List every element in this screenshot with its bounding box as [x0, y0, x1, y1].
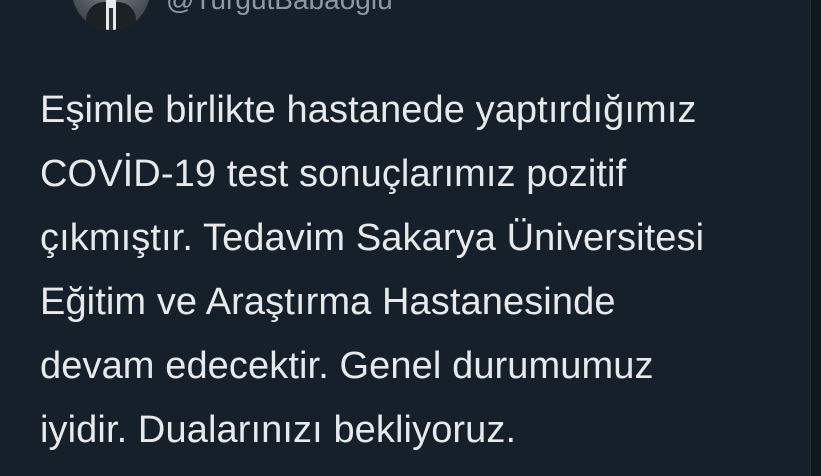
- scroll-edge: [810, 0, 821, 476]
- avatar-tie: [109, 8, 113, 30]
- tweet-text-line: iyidir. Dualarınızı bekliyoruz.: [40, 409, 517, 451]
- author-handle[interactable]: @TurgutBabaoglu: [166, 0, 393, 15]
- avatar[interactable]: [72, 0, 150, 30]
- tweet-text: Eşimle birlikte hastanede yaptırdığımız …: [40, 78, 810, 462]
- tweet-card: @TurgutBabaoglu Eşimle birlikte hastaned…: [0, 0, 821, 476]
- tweet-text-line: çıkmıştır. Tedavim Sakarya Üniversitesi: [40, 217, 705, 259]
- tweet-text-line: devam edecektir. Genel durumumuz: [40, 345, 654, 387]
- tweet-text-line: Eğitim ve Araştırma Hastanesinde: [40, 281, 616, 323]
- tweet-text-line: COVİD-19 test sonuçlarımız pozitif: [40, 153, 627, 195]
- tweet-text-line: Eşimle birlikte hastanede yaptırdığımız: [40, 89, 697, 131]
